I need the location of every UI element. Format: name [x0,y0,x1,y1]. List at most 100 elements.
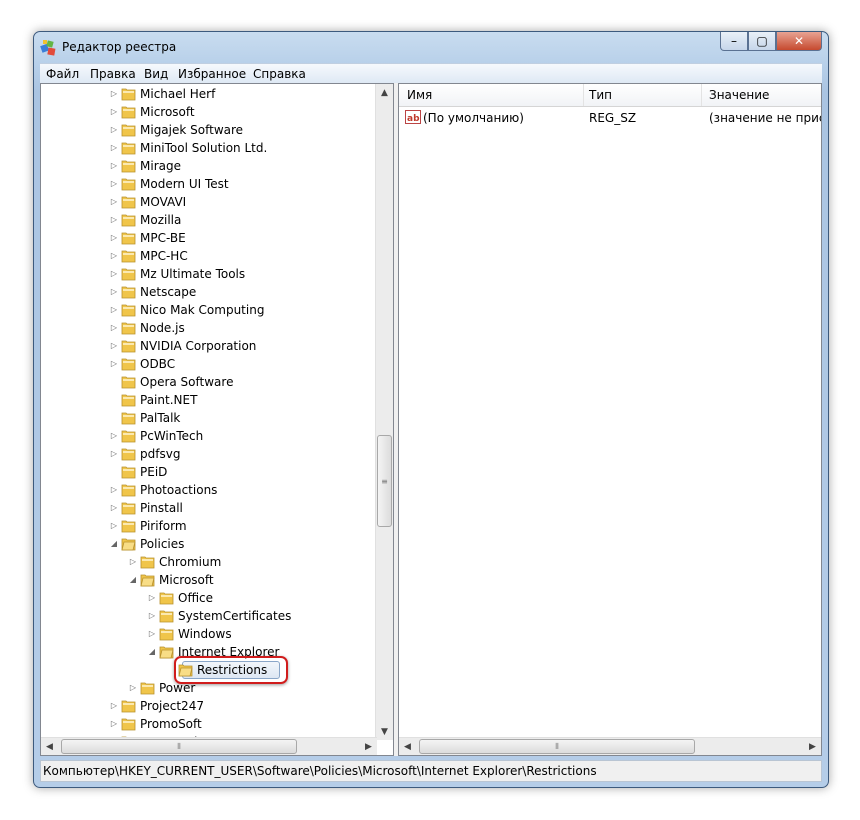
menu-view[interactable]: Вид [144,67,168,81]
collapse-arrow-icon[interactable]: ◢ [109,535,119,553]
expand-arrow-icon[interactable]: ▷ [109,265,119,283]
expand-arrow-icon[interactable]: ▷ [109,517,119,535]
menu-help[interactable]: Справка [253,67,306,81]
expand-arrow-icon[interactable]: ▷ [109,355,119,373]
tree-item-label: Pinstall [140,501,183,515]
expand-arrow-icon[interactable]: ▷ [109,481,119,499]
scroll-right-arrow-icon[interactable]: ▶ [360,738,377,755]
tree-item[interactable]: ▷ pdfsvg [41,445,377,463]
tree-horizontal-scrollbar[interactable]: ◀ ⦀ ▶ [41,737,377,755]
tree-item[interactable]: ▷ PcWinTech [41,427,377,445]
tree-item[interactable]: ▷ Office [41,589,377,607]
tree-item[interactable]: ▷ Chromium [41,553,377,571]
expand-arrow-icon[interactable]: ▷ [109,157,119,175]
expand-arrow-icon[interactable]: ▷ [109,193,119,211]
list-hscroll-thumb[interactable]: ⦀ [419,739,695,754]
tree-item[interactable]: ▷ MiniTool Solution Ltd. [41,139,377,157]
tree-item[interactable]: ▷ Project247 [41,697,377,715]
expand-arrow-icon[interactable]: ▷ [109,175,119,193]
expand-arrow-icon[interactable]: ▷ [109,337,119,355]
column-separator[interactable] [701,84,702,106]
scroll-left-arrow-icon[interactable]: ◀ [41,738,58,755]
tree-item-label: Piriform [140,519,187,533]
expand-arrow-icon[interactable]: ▷ [147,607,157,625]
tree-item[interactable]: ▷ Mirage [41,157,377,175]
column-type-header[interactable]: Тип [589,88,612,102]
expand-arrow-icon[interactable]: ▷ [128,679,138,697]
column-separator[interactable] [583,84,584,106]
expand-arrow-icon[interactable]: ▷ [109,139,119,157]
menu-edit[interactable]: Правка [90,67,136,81]
column-name-header[interactable]: Имя [407,88,432,102]
tree-vscroll-thumb[interactable]: ≡ [377,435,392,527]
scroll-left-arrow-icon[interactable]: ◀ [399,738,416,755]
expand-arrow-icon[interactable]: ▷ [109,319,119,337]
collapse-arrow-icon[interactable]: ◢ [128,571,138,589]
tree-item[interactable]: ▷ MPC-HC [41,247,377,265]
scroll-right-arrow-icon[interactable]: ▶ [804,738,821,755]
expand-arrow-icon[interactable]: ▷ [109,499,119,517]
tree-item[interactable]: ▷ MPC-BE [41,229,377,247]
expand-arrow-icon[interactable]: ▷ [109,283,119,301]
expand-arrow-icon[interactable]: ▷ [109,427,119,445]
tree-item[interactable]: Opera Software [41,373,377,391]
minimize-icon: – [731,34,737,48]
maximize-button[interactable]: ▢ [748,32,776,51]
tree-item[interactable]: ▷ Mz Ultimate Tools [41,265,377,283]
tree-item[interactable]: ▷ Microsoft [41,103,377,121]
tree-item[interactable]: ◢ Microsoft [41,571,377,589]
svg-text:ab: ab [407,114,420,124]
tree-item[interactable]: ▷ Netscape [41,283,377,301]
collapse-arrow-icon[interactable]: ◢ [147,643,157,661]
tree-item[interactable]: Paint.NET [41,391,377,409]
title-bar[interactable]: Редактор реестра – ▢ ✕ [34,32,828,62]
tree-item[interactable]: ▷ SystemCertificates [41,607,377,625]
menu-favorites[interactable]: Избранное [178,67,246,81]
folder-icon [159,592,174,605]
tree-item[interactable]: Restrictions [41,656,377,684]
tree-item[interactable]: ▷ Michael Herf [41,85,377,103]
tree-item[interactable]: ▷ Modern UI Test [41,175,377,193]
column-value-header[interactable]: Значение [709,88,769,102]
expand-arrow-icon[interactable]: ▷ [109,121,119,139]
close-button[interactable]: ✕ [776,32,822,51]
tree-item[interactable]: ▷ Node.js [41,319,377,337]
tree-item[interactable]: ▷ Migajek Software [41,121,377,139]
expand-arrow-icon[interactable]: ▷ [109,445,119,463]
tree-item[interactable]: ▷ Pinstall [41,499,377,517]
minimize-button[interactable]: – [720,32,748,51]
expand-arrow-icon[interactable]: ▷ [109,715,119,733]
values-list[interactable]: Имя Тип Значение ab (По умолчанию) REG_S… [398,83,822,756]
expand-arrow-icon[interactable]: ▷ [147,589,157,607]
tree-item[interactable]: ▷ ODBC [41,355,377,373]
registry-tree[interactable]: ▷ Michael Herf ▷ Microsoft ▷ Migajek Software… [40,83,394,756]
tree-item-label: Project247 [140,699,204,713]
tree-hscroll-thumb[interactable]: ⦀ [61,739,297,754]
expand-arrow-icon[interactable]: ▷ [109,301,119,319]
expand-arrow-icon[interactable]: ▷ [128,553,138,571]
tree-item[interactable]: ▷ Piriform [41,517,377,535]
scroll-down-arrow-icon[interactable]: ▼ [376,723,393,740]
tree-item[interactable]: ▷ Mozilla [41,211,377,229]
tree-item[interactable]: ▷ Power [41,679,377,697]
scroll-up-arrow-icon[interactable]: ▲ [376,84,393,101]
expand-arrow-icon[interactable]: ▷ [109,247,119,265]
tree-item[interactable]: ◢ Policies [41,535,377,553]
tree-item[interactable]: PalTalk [41,409,377,427]
expand-arrow-icon[interactable]: ▷ [109,85,119,103]
tree-item[interactable]: ▷ MOVAVI [41,193,377,211]
expand-arrow-icon[interactable]: ▷ [109,229,119,247]
tree-vertical-scrollbar[interactable]: ▲ ≡ ▼ [375,84,393,740]
expand-arrow-icon[interactable]: ▷ [109,697,119,715]
expand-arrow-icon[interactable]: ▷ [147,625,157,643]
menu-file[interactable]: Файл [46,67,79,81]
tree-item[interactable]: PEiD [41,463,377,481]
tree-item[interactable]: ▷ Photoactions [41,481,377,499]
expand-arrow-icon[interactable]: ▷ [109,211,119,229]
tree-item[interactable]: ▷ PromoSoft [41,715,377,733]
list-horizontal-scrollbar[interactable]: ◀ ⦀ ▶ [399,737,821,755]
tree-item[interactable]: ▷ Nico Mak Computing [41,301,377,319]
tree-item[interactable]: ▷ NVIDIA Corporation [41,337,377,355]
expand-arrow-icon[interactable]: ▷ [109,103,119,121]
tree-item[interactable]: ▷ Windows [41,625,377,643]
